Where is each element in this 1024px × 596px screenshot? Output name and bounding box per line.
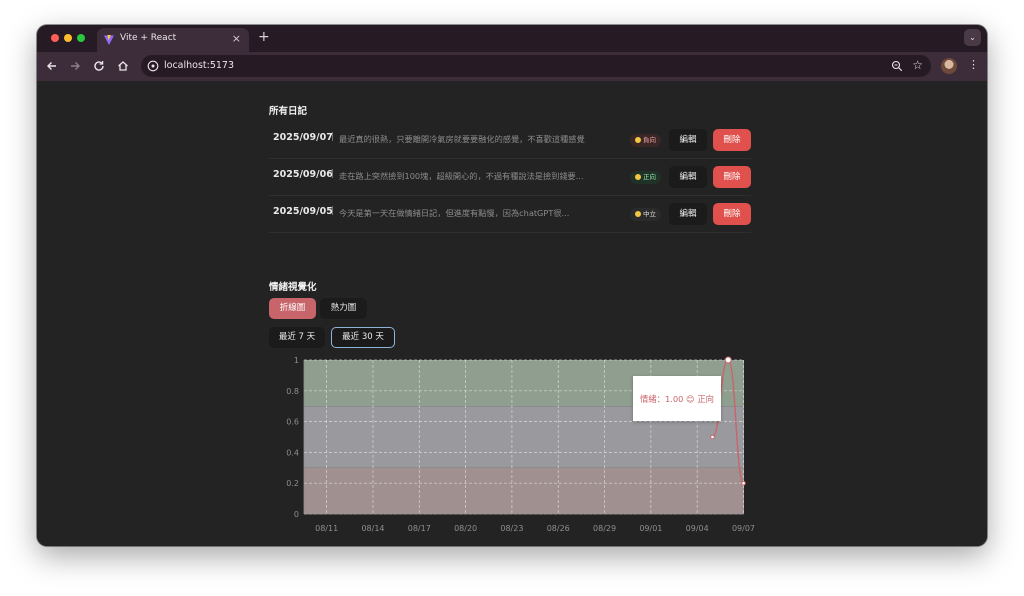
tab-heatmap[interactable]: 熱力圖 (320, 298, 367, 319)
edit-button[interactable]: 編輯 (669, 129, 707, 151)
edit-button[interactable]: 編輯 (669, 203, 707, 225)
data-point (724, 356, 732, 364)
tab-title: Vite + React (120, 33, 177, 43)
entry-date: 2025/09/07 (273, 132, 333, 143)
delete-button[interactable]: 刪除 (713, 166, 751, 188)
tab-search-button[interactable]: ⌄ (964, 29, 981, 46)
diary-entry-row: 2025/09/05 | 今天是第一天在做情緒日記，但進度有點慢，因為chatG… (269, 196, 751, 233)
y-tick-label: 0 (294, 510, 299, 519)
reload-icon[interactable] (92, 59, 106, 73)
mood-badge-positive: 正向 (630, 171, 661, 184)
x-tick-label: 08/26 (547, 524, 570, 533)
y-tick-label: 0.6 (286, 418, 299, 427)
x-tick-label: 08/17 (408, 524, 431, 533)
diary-section-title: 所有日記 (269, 106, 308, 117)
tab-vite-react[interactable]: Vite + React × (97, 28, 249, 52)
tooltip-label: 情緒：1.00 😊 正向 (640, 394, 714, 404)
entry-preview: 最近真的很熱，只要離開冷氣房就要要融化的感覺，不喜歡這種感覺 (339, 134, 585, 144)
new-tab-button[interactable]: + (258, 29, 270, 45)
vite-logo-icon (104, 35, 114, 45)
y-tick-label: 1 (294, 356, 299, 365)
mood-label: 正向 (643, 173, 656, 181)
entry-preview: 今天是第一天在做情緒日記，但進度有點慢，因為chatGPT很... (339, 208, 570, 218)
entry-preview: 走在路上突然撿到100塊，超級開心的，不過有種說法是撿到錢要... (339, 171, 584, 181)
minimize-window-button[interactable] (64, 34, 72, 42)
x-tick-label: 08/20 (454, 524, 477, 533)
face-icon (635, 211, 641, 217)
mood-badge-neutral: 中立 (630, 208, 661, 221)
tab-close-icon[interactable]: × (232, 32, 241, 46)
mood-band (304, 467, 744, 514)
x-tick-label: 08/14 (361, 524, 384, 533)
zoom-icon[interactable] (891, 60, 903, 72)
site-info-icon[interactable] (147, 60, 159, 72)
y-tick-label: 0.2 (286, 479, 299, 488)
x-tick-label: 08/23 (500, 524, 523, 533)
delete-button[interactable]: 刪除 (713, 203, 751, 225)
entry-separator: | (331, 206, 335, 216)
tab-strip: Vite + React × + ⌄ (37, 25, 987, 52)
diary-entry-row: 2025/09/07 | 最近真的很熱，只要離開冷氣房就要要融化的感覺，不喜歡這… (269, 122, 751, 159)
bookmark-star-icon[interactable]: ☆ (912, 58, 923, 72)
mood-label: 中立 (643, 210, 656, 218)
diary-entry-row: 2025/09/06 | 走在路上突然撿到100塊，超級開心的，不過有種說法是撿… (269, 159, 751, 196)
entry-date: 2025/09/05 (273, 206, 333, 217)
entry-date: 2025/09/06 (273, 169, 333, 180)
edit-button[interactable]: 編輯 (669, 166, 707, 188)
delete-button[interactable]: 刪除 (713, 129, 751, 151)
maximize-window-button[interactable] (77, 34, 85, 42)
close-window-button[interactable] (51, 34, 59, 42)
face-icon (635, 174, 641, 180)
x-tick-label: 08/29 (593, 524, 616, 533)
url-text: localhost:5173 (164, 60, 235, 71)
x-tick-label: 08/11 (315, 524, 338, 533)
browser-menu-icon[interactable]: ⋮ (968, 58, 979, 72)
data-point (710, 434, 715, 440)
chart-tooltip: 情緒：1.00 😊 正向 (633, 376, 721, 421)
browser-window: Vite + React × + ⌄ localhost:5173 ☆ ⋮ 所有… (37, 25, 987, 546)
mood-badge-negative: 負向 (630, 134, 661, 147)
home-icon[interactable] (116, 59, 130, 73)
entry-separator: | (331, 169, 335, 179)
mood-label: 負向 (643, 136, 656, 144)
y-axis: 0 0.2 0.4 0.6 0.8 1 (286, 356, 299, 519)
x-tick-label: 09/01 (639, 524, 662, 533)
entry-separator: | (331, 132, 335, 142)
page-content: 所有日記 2025/09/07 | 最近真的很熱，只要離開冷氣房就要要融化的感覺… (37, 81, 987, 546)
x-axis: 08/11 08/14 08/17 08/20 08/23 08/26 08/29 09/01… (315, 524, 755, 533)
tab-line-chart[interactable]: 折線圖 (269, 298, 316, 319)
data-point (741, 480, 746, 486)
face-icon (635, 137, 641, 143)
x-tick-label: 09/07 (732, 524, 755, 533)
x-tick-label: 09/04 (686, 524, 709, 533)
forward-arrow-icon[interactable] (68, 59, 82, 73)
mood-line-chart: 0 0.2 0.4 0.6 0.8 1 08/11 08/14 08/17 08/20 08/23… (286, 356, 755, 533)
address-bar[interactable]: localhost:5173 ☆ (141, 55, 931, 77)
y-tick-label: 0.8 (286, 387, 299, 396)
browser-toolbar: localhost:5173 ☆ ⋮ (37, 52, 987, 81)
back-arrow-icon[interactable] (45, 59, 59, 73)
profile-avatar[interactable] (941, 58, 957, 74)
viz-section-title: 情緒視覺化 (269, 282, 317, 293)
y-tick-label: 0.4 (286, 448, 299, 457)
